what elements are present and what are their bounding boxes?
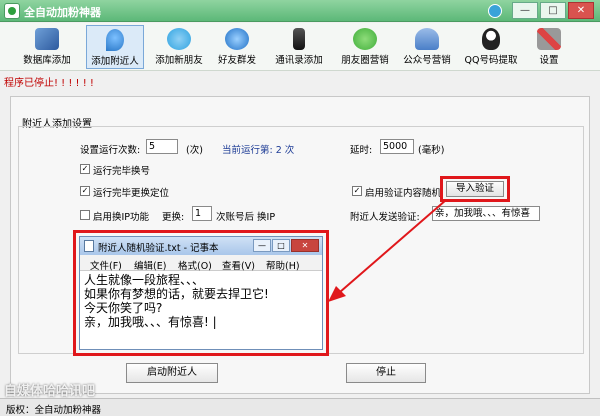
notepad-title: 附近人随机验证.txt - 记事本: [98, 243, 219, 254]
status-bar: 版权：全自动加粉神器: [0, 398, 600, 416]
menu-view[interactable]: 查看(V): [222, 258, 255, 272]
notepad-window: 附近人随机验证.txt - 记事本 — □ ✕ 文件(F) 编辑(E) 格式(O…: [79, 236, 323, 350]
notepad-minimize-button[interactable]: —: [253, 239, 271, 252]
stop-button[interactable]: 停止: [346, 363, 426, 383]
notepad-icon: [84, 240, 94, 252]
menu-edit[interactable]: 编辑(E): [134, 258, 166, 272]
start-nearby-button[interactable]: 启动附近人: [126, 363, 218, 383]
menu-format[interactable]: 格式(O): [178, 258, 212, 272]
notepad-close-button[interactable]: ✕: [291, 239, 319, 252]
notepad-menubar: 文件(F) 编辑(E) 格式(O) 查看(V) 帮助(H): [80, 255, 322, 272]
notepad-text-area[interactable]: 人生就像一段旅程、、、 如果你有梦想的话，就要去捍卫它! 今天你笑了吗? 亲，加…: [84, 273, 316, 329]
arrow-line: [339, 199, 447, 293]
menu-help[interactable]: 帮助(H): [266, 258, 300, 272]
watermark-text: 自媒体哈哈讯吧: [4, 384, 96, 399]
notepad-titlebar: 附近人随机验证.txt - 记事本 — □ ✕: [80, 237, 322, 255]
notepad-maximize-button[interactable]: □: [272, 239, 290, 252]
menu-file[interactable]: 文件(F): [90, 258, 122, 272]
